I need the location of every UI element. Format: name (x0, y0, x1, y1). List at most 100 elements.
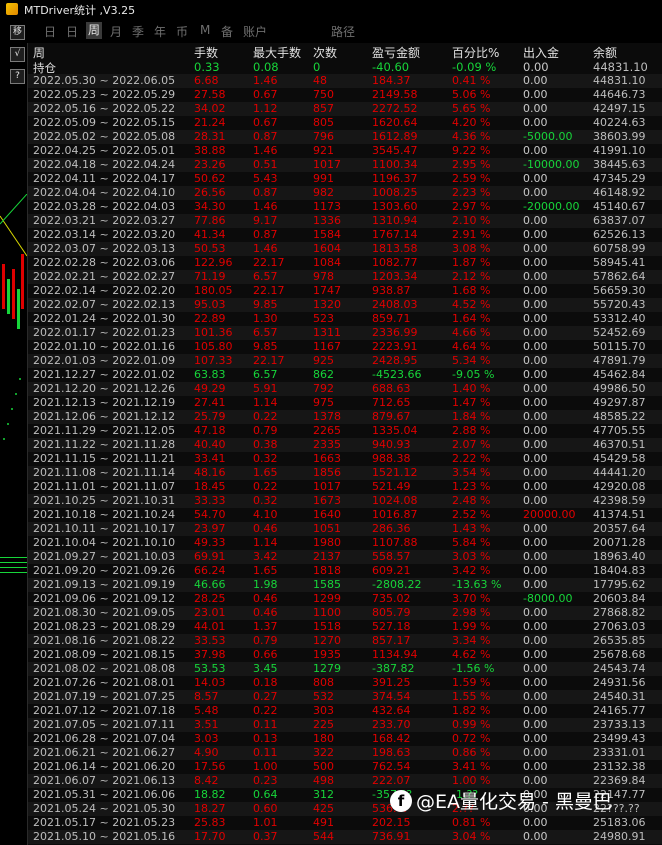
header-deposit-withdrawal[interactable]: 出入金 (523, 44, 559, 61)
table-row[interactable]: 2022.05.09 ~ 2022.05.15 21.24 0.67 805 1620.… (28, 116, 662, 130)
table-row[interactable]: 2022.03.07 ~ 2022.03.13 50.53 1.46 1604 1813… (28, 242, 662, 256)
table-row[interactable]: 2022.02.28 ~ 2022.03.06 122.96 22.17 1084 10… (28, 256, 662, 270)
table-row[interactable]: 2022.05.30 ~ 2022.06.05 6.68 1.46 48 184.37 0… (28, 74, 662, 88)
cell-week: 2021.09.20 ~ 2021.09.26 (33, 564, 176, 577)
table-row[interactable]: 2021.12.13 ~ 2021.12.19 27.41 1.14 975 712.6… (28, 396, 662, 410)
table-row[interactable]: 2022.01.03 ~ 2022.01.09 107.33 22.17 925 242… (28, 354, 662, 368)
cell-percent: 1.99 % (452, 620, 491, 633)
table-row[interactable]: 2021.06.07 ~ 2021.06.13 8.42 0.23 498 222.07… (28, 774, 662, 788)
table-row[interactable]: 2021.06.21 ~ 2021.06.27 4.90 0.11 322 198.63… (28, 746, 662, 760)
header-week[interactable]: 周 (33, 44, 45, 61)
table-row[interactable]: 2022.01.24 ~ 2022.01.30 22.89 1.30 523 859.7… (28, 312, 662, 326)
tab-m[interactable]: M (200, 23, 210, 37)
cell-pnl: -4523.66 (372, 368, 422, 381)
table-row[interactable]: 2021.09.13 ~ 2021.09.19 46.66 1.98 1585 -280… (28, 578, 662, 592)
table-row[interactable]: 2022.03.21 ~ 2022.03.27 77.86 9.17 1336 1310… (28, 214, 662, 228)
table-row[interactable]: 2021.12.20 ~ 2021.12.26 49.29 5.91 792 688.6… (28, 382, 662, 396)
cell-count: 303 (313, 704, 334, 717)
table-row[interactable]: 2022.05.02 ~ 2022.05.08 28.31 0.87 796 1612.… (28, 130, 662, 144)
cell-flow: 0.00 (523, 396, 548, 409)
table-row[interactable]: 2021.07.19 ~ 2021.07.25 8.57 0.27 532 374.54… (28, 690, 662, 704)
table-row[interactable]: 2021.11.29 ~ 2021.12.05 47.18 0.79 2265 1335… (28, 424, 662, 438)
cell-max-lots: 1.46 (253, 242, 278, 255)
table-row[interactable]: 2022.03.28 ~ 2022.04.03 34.30 1.46 1173 1303… (28, 200, 662, 214)
table-row[interactable]: 2021.12.27 ~ 2022.01.02 63.83 6.57 862 -4523… (28, 368, 662, 382)
cell-max-lots: 1.46 (253, 144, 278, 157)
tab-day-1[interactable]: 日 (44, 23, 56, 40)
table-row[interactable]: 2021.07.12 ~ 2021.07.18 5.48 0.22 303 432.64… (28, 704, 662, 718)
tab-month[interactable]: 月 (110, 23, 122, 40)
table-row[interactable]: 2021.11.08 ~ 2021.11.14 48.16 1.65 1856 1521… (28, 466, 662, 480)
header-max-lots[interactable]: 最大手数 (253, 44, 301, 61)
table-row[interactable]: 2022.02.07 ~ 2022.02.13 95.03 9.85 1320 2408… (28, 298, 662, 312)
tab-account[interactable]: 账户 (243, 23, 267, 40)
table-row[interactable]: 2022.04.04 ~ 2022.04.10 26.56 0.87 982 1008.… (28, 186, 662, 200)
header-pnl[interactable]: 盈亏金额 (372, 44, 420, 61)
table-row[interactable]: 2022.04.11 ~ 2022.04.17 50.62 5.43 991 1196.… (28, 172, 662, 186)
cell-pnl: 168.42 (372, 732, 411, 745)
table-row[interactable]: 2021.06.14 ~ 2021.06.20 17.56 1.00 500 762.5… (28, 760, 662, 774)
cell-count: 2137 (313, 550, 341, 563)
table-row[interactable]: 2021.11.01 ~ 2021.11.07 18.45 0.22 1017 521.… (28, 480, 662, 494)
table-row[interactable]: 2021.07.26 ~ 2021.08.01 14.03 0.18 808 391.2… (28, 676, 662, 690)
cell-week: 2022.02.07 ~ 2022.02.13 (33, 298, 176, 311)
table-row[interactable]: 2021.12.06 ~ 2021.12.12 25.79 0.22 1378 879.… (28, 410, 662, 424)
table-row[interactable]: 2022.05.16 ~ 2022.05.22 34.02 1.12 857 2272.… (28, 102, 662, 116)
move-button[interactable]: 移 (10, 25, 25, 40)
table-row[interactable]: 2021.09.27 ~ 2021.10.03 69.91 3.42 2137 558.… (28, 550, 662, 564)
cell-max-lots: 0.60 (253, 802, 278, 815)
table-row[interactable]: 2022.02.21 ~ 2022.02.27 71.19 6.57 978 1203.… (28, 270, 662, 284)
table-row[interactable]: 2021.11.15 ~ 2021.11.21 33.41 0.32 1663 988.… (28, 452, 662, 466)
check-button[interactable]: √ (10, 47, 25, 62)
tab-notes[interactable]: 备 (221, 23, 233, 40)
header-count[interactable]: 次数 (313, 44, 337, 61)
table-row[interactable]: 2021.08.16 ~ 2021.08.22 33.53 0.79 1270 857.… (28, 634, 662, 648)
help-button[interactable]: ? (10, 69, 25, 84)
cell-count: 750 (313, 88, 334, 101)
cell-flow: 0.00 (523, 480, 548, 493)
header-percent[interactable]: 百分比% (452, 44, 499, 61)
tab-day-2[interactable]: 日 (66, 23, 78, 40)
table-row[interactable]: 2021.08.30 ~ 2021.09.05 23.01 0.46 1100 805.… (28, 606, 662, 620)
cell-balance: 23132.38 (593, 760, 646, 773)
header-lots[interactable]: 手数 (194, 44, 218, 61)
table-row[interactable]: 2022.04.18 ~ 2022.04.24 23.26 0.51 1017 1100… (28, 158, 662, 172)
table-row[interactable]: 2022.01.10 ~ 2022.01.16 105.80 9.85 1167 222… (28, 340, 662, 354)
cell-pnl: 857.17 (372, 634, 411, 647)
tab-week[interactable]: 周 (86, 22, 103, 39)
table-row[interactable]: 2021.11.22 ~ 2021.11.28 40.40 0.38 2335 940.… (28, 438, 662, 452)
table-row[interactable]: 2022.04.25 ~ 2022.05.01 38.88 1.46 921 3545.… (28, 144, 662, 158)
holding-row[interactable]: 持仓 0.33 0.08 0 -40.60 -0.09 % 0.00 44831… (28, 60, 662, 75)
table-row[interactable]: 2021.06.28 ~ 2021.07.04 3.03 0.13 180 168.42… (28, 732, 662, 746)
table-row[interactable]: 2021.10.11 ~ 2021.10.17 23.97 0.46 1051 286.… (28, 522, 662, 536)
cell-pnl: 1612.89 (372, 130, 418, 143)
table-row[interactable]: 2021.10.25 ~ 2021.10.31 33.33 0.32 1673 1024… (28, 494, 662, 508)
cell-max-lots: 1.46 (253, 200, 278, 213)
table-row[interactable]: 2022.01.17 ~ 2022.01.23 101.36 6.57 1311 233… (28, 326, 662, 340)
table-row[interactable]: 2021.08.09 ~ 2021.08.15 37.98 0.66 1935 1134… (28, 648, 662, 662)
cell-count: 523 (313, 312, 334, 325)
table-row[interactable]: 2021.10.18 ~ 2021.10.24 54.70 4.10 1640 1016… (28, 508, 662, 522)
cell-balance: 55720.43 (593, 298, 646, 311)
table-row[interactable]: 2021.08.02 ~ 2021.08.08 53.53 3.45 1279 -387… (28, 662, 662, 676)
tab-path[interactable]: 路径 (331, 23, 355, 40)
table-row[interactable]: 2021.05.10 ~ 2021.05.16 17.70 0.37 544 736.9… (28, 830, 662, 844)
cell-balance: 45140.67 (593, 200, 646, 213)
table-row[interactable]: 2021.08.23 ~ 2021.08.29 44.01 1.37 1518 527.… (28, 620, 662, 634)
tab-quarter[interactable]: 季 (132, 23, 144, 40)
table-row[interactable]: 2022.05.23 ~ 2022.05.29 27.58 0.67 750 2149.… (28, 88, 662, 102)
cell-max-lots: 0.11 (253, 718, 278, 731)
cell-max-lots: 1.46 (253, 74, 278, 87)
table-row[interactable]: 2021.09.06 ~ 2021.09.12 28.25 0.46 1299 735.… (28, 592, 662, 606)
tab-currency[interactable]: 币 (176, 23, 188, 40)
header-balance[interactable]: 余额 (593, 44, 617, 61)
cell-lots: 25.79 (194, 410, 226, 423)
cell-pnl: 1008.25 (372, 186, 418, 199)
table-row[interactable]: 2021.09.20 ~ 2021.09.26 66.24 1.65 1818 609.… (28, 564, 662, 578)
table-row[interactable]: 2022.03.14 ~ 2022.03.20 41.34 0.87 1584 1767… (28, 228, 662, 242)
tab-year[interactable]: 年 (154, 23, 166, 40)
table-row[interactable]: 2022.02.14 ~ 2022.02.20 180.05 22.17 1747 93… (28, 284, 662, 298)
cell-lots: 33.53 (194, 634, 226, 647)
table-row[interactable]: 2021.10.04 ~ 2021.10.10 49.33 1.14 1980 1107… (28, 536, 662, 550)
table-row[interactable]: 2021.07.05 ~ 2021.07.11 3.51 0.11 225 233.70… (28, 718, 662, 732)
